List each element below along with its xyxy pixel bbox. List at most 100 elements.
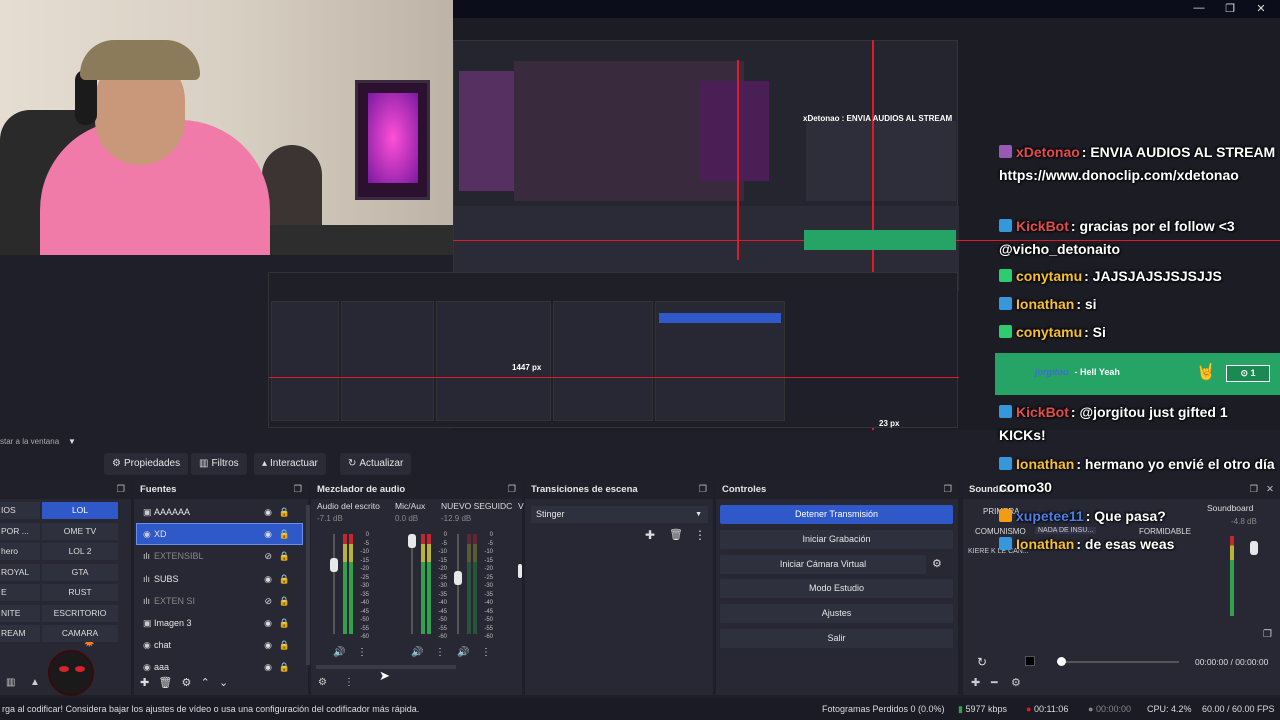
- source-item[interactable]: ▣ Imagen 3 ◉ 🔒: [137, 613, 302, 633]
- lock-icon[interactable]: 🔒: [279, 591, 290, 611]
- lock-icon[interactable]: 🔒: [279, 657, 290, 677]
- trash-icon[interactable]: 🗑: [158, 677, 172, 689]
- undock-icon[interactable]: ❐: [507, 481, 516, 499]
- control-button[interactable]: Salir: [720, 629, 953, 648]
- undock-icon[interactable]: ❐: [293, 481, 302, 499]
- control-button[interactable]: Detener Transmisión: [720, 505, 953, 524]
- add-icon[interactable]: ✚: [645, 528, 655, 542]
- mini-obs-preview: 1447 px 23 px: [268, 272, 959, 428]
- scene-item[interactable]: LOL: [42, 502, 118, 519]
- source-item[interactable]: ılı EXTENSIBL ⊘ 🔒: [137, 546, 302, 566]
- virtual-camera-settings-icon[interactable]: ⚙: [932, 557, 942, 570]
- volume-fader-track[interactable]: [411, 534, 413, 634]
- scene-item[interactable]: E: [0, 584, 40, 601]
- scene-item[interactable]: POR ...: [0, 522, 40, 540]
- volume-fader-knob[interactable]: [518, 564, 522, 578]
- lock-icon[interactable]: 🔒: [279, 613, 290, 633]
- repeat-icon[interactable]: ↻: [977, 655, 987, 669]
- user-badge-icon: [999, 537, 1012, 550]
- popout-icon[interactable]: ❐: [1263, 629, 1272, 640]
- scene-item[interactable]: ESCRITORIO: [42, 604, 118, 622]
- control-button[interactable]: Iniciar Grabación: [720, 529, 953, 549]
- lock-icon[interactable]: 🔒: [279, 546, 290, 566]
- source-item[interactable]: ılı EXTEN SI ⊘ 🔒: [137, 591, 302, 611]
- chevron-down-icon[interactable]: ▼: [68, 437, 76, 446]
- volume-fader-track[interactable]: [333, 534, 335, 634]
- add-icon[interactable]: ✚: [971, 676, 980, 689]
- more-options-icon[interactable]: ⋮: [344, 677, 354, 688]
- eye-icon[interactable]: ◉: [264, 502, 272, 522]
- bomb-emoji-icon: [48, 650, 94, 696]
- mixer-channel: V: [518, 501, 578, 651]
- undock-icon[interactable]: ❐: [943, 481, 952, 499]
- lock-icon[interactable]: 🔒: [279, 569, 290, 589]
- lock-icon[interactable]: 🔒: [279, 502, 290, 522]
- scene-item[interactable]: LOL 2: [42, 543, 118, 560]
- speaker-icon[interactable]: 🔊: [333, 647, 345, 658]
- add-icon[interactable]: ✚: [140, 677, 149, 689]
- control-button[interactable]: Iniciar Cámara Virtual: [720, 554, 926, 574]
- eye-icon[interactable]: ◉: [264, 635, 272, 655]
- soundboard-progress[interactable]: [1059, 661, 1179, 663]
- rec-dot-icon: ●: [1088, 704, 1094, 714]
- scene-item[interactable]: hero: [0, 543, 40, 560]
- webcam-feed: [0, 0, 453, 255]
- source-item[interactable]: ▣ AAAAAA ◉ 🔒: [137, 502, 302, 522]
- volume-fader-knob[interactable]: [454, 571, 462, 585]
- chat-text: : si: [1076, 296, 1097, 312]
- sources-scrollbar[interactable]: [306, 505, 310, 665]
- source-item[interactable]: ılı SUBS ◉ 🔒: [137, 569, 302, 589]
- scene-filter-icon[interactable]: ▥: [6, 677, 15, 688]
- chevron-down-icon[interactable]: ⌄: [219, 677, 228, 689]
- minimize-button[interactable]: —: [1190, 2, 1208, 14]
- source-item[interactable]: ◉ aaa ◉ 🔒: [137, 657, 302, 677]
- eye-icon[interactable]: ◉: [264, 524, 272, 544]
- control-button[interactable]: Ajustes: [720, 604, 953, 624]
- scene-item[interactable]: ROYAL: [0, 563, 40, 581]
- more-options-icon[interactable]: ⋮: [694, 528, 706, 542]
- source-item[interactable]: ◉ XD ◉ 🔒: [136, 523, 303, 546]
- undock-icon[interactable]: ❐: [116, 481, 125, 499]
- gear-icon[interactable]: ⚙: [1011, 676, 1021, 689]
- control-button[interactable]: Modo Estudio: [720, 579, 953, 599]
- volume-fader-knob[interactable]: [408, 534, 416, 548]
- scene-item[interactable]: NITE: [0, 604, 40, 622]
- properties-button[interactable]: ⚙ Propiedades: [104, 453, 189, 475]
- trash-icon[interactable]: 🗑: [669, 528, 683, 541]
- db-scale-tick: -5: [487, 540, 493, 547]
- maximize-button[interactable]: ❐: [1221, 2, 1239, 15]
- chevron-up-icon[interactable]: ▲: [30, 677, 40, 688]
- eye-hidden-icon[interactable]: ⊘: [264, 546, 272, 566]
- mixer-settings-icon[interactable]: ⚙: [318, 677, 327, 688]
- scene-item[interactable]: REAM: [0, 625, 40, 642]
- pc-case-image: [355, 80, 430, 200]
- scene-item[interactable]: IOS: [0, 502, 40, 519]
- eye-icon[interactable]: ◉: [264, 569, 272, 589]
- source-item[interactable]: ◉ chat ◉ 🔒: [137, 635, 302, 655]
- more-options-icon[interactable]: ⋮: [357, 647, 367, 658]
- scene-item[interactable]: OME TV: [42, 522, 118, 540]
- close-button[interactable]: ✕: [1252, 2, 1270, 15]
- stop-icon[interactable]: [1025, 656, 1035, 666]
- lock-icon[interactable]: 🔒: [279, 524, 290, 544]
- volume-fader-knob[interactable]: [330, 558, 338, 572]
- interact-button[interactable]: ▴ Interactuar: [254, 453, 326, 475]
- filters-button[interactable]: ▥ Filtros: [191, 453, 247, 475]
- speaker-icon[interactable]: 🔊: [411, 647, 423, 658]
- refresh-button[interactable]: ↻ Actualizar: [340, 453, 412, 475]
- eye-icon[interactable]: ◉: [264, 657, 272, 677]
- chevron-up-icon[interactable]: ⌃: [201, 677, 210, 689]
- lock-icon[interactable]: 🔒: [279, 635, 290, 655]
- eye-icon[interactable]: ◉: [264, 613, 272, 633]
- gear-icon[interactable]: ⚙: [182, 677, 192, 689]
- scene-item[interactable]: CAMARA: [42, 625, 118, 642]
- undock-icon[interactable]: ❐: [698, 481, 707, 499]
- remove-icon[interactable]: ━: [991, 676, 998, 689]
- eye-hidden-icon[interactable]: ⊘: [264, 591, 272, 611]
- scene-item[interactable]: RUST: [42, 584, 118, 601]
- more-options-icon[interactable]: ⋮: [481, 647, 491, 658]
- scene-item[interactable]: GTA: [42, 563, 118, 581]
- speaker-icon[interactable]: 🔊: [457, 647, 469, 658]
- source-label: EXTENSIBL: [154, 551, 204, 562]
- source-label: AAAAAA: [154, 507, 191, 517]
